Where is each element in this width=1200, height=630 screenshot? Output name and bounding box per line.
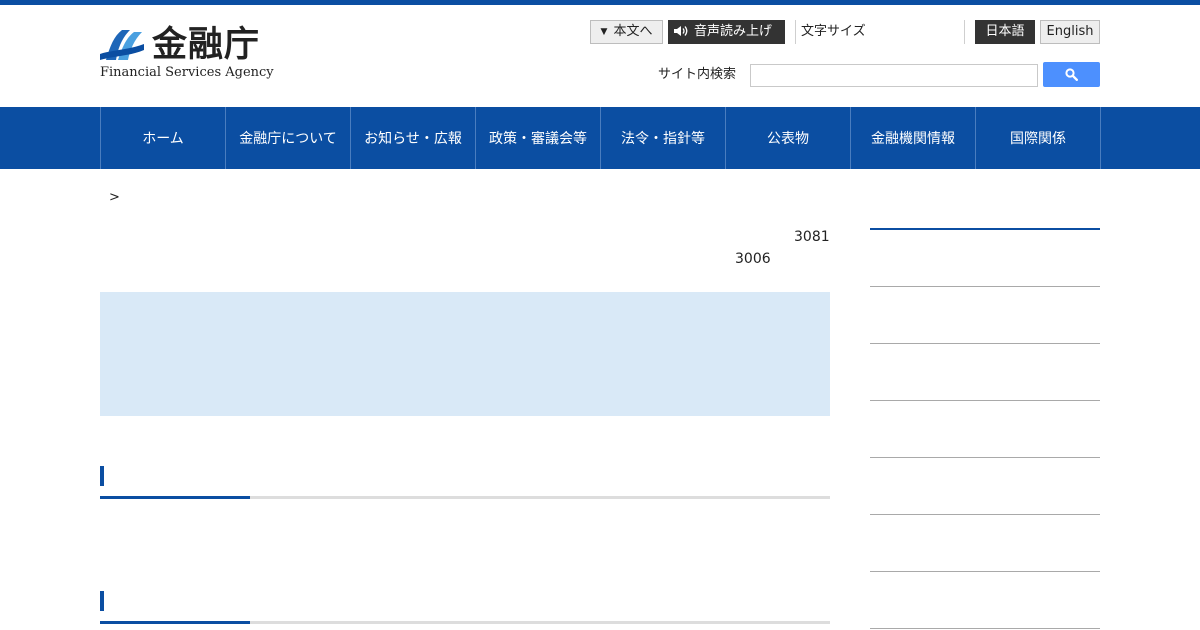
search-button[interactable] bbox=[1043, 62, 1100, 87]
logo-english-text: Financial Services Agency bbox=[100, 65, 274, 80]
heading-underline-accent bbox=[100, 496, 250, 499]
heading-accent-bar bbox=[100, 591, 104, 611]
site-search-input[interactable] bbox=[750, 64, 1038, 87]
skip-label: 本文へ bbox=[613, 24, 653, 39]
sidebar-divider bbox=[870, 286, 1100, 287]
logo-japanese-text: 金融庁 bbox=[152, 25, 261, 65]
nav-item-home[interactable]: ホーム bbox=[101, 107, 226, 169]
reference-number: 3006 bbox=[735, 251, 771, 267]
nav-item-policy[interactable]: 政策・審議会等 bbox=[476, 107, 601, 169]
read-aloud-button[interactable]: 音声読み上げ bbox=[668, 20, 785, 44]
heading-accent-bar bbox=[100, 466, 104, 486]
divider bbox=[795, 20, 796, 44]
site-logo[interactable]: 金融庁 Financial Services Agency bbox=[100, 24, 274, 84]
sidebar-divider bbox=[870, 400, 1100, 401]
nav-item-publications[interactable]: 公表物 bbox=[726, 107, 851, 169]
nav-item-international[interactable]: 国際関係 bbox=[976, 107, 1101, 169]
divider bbox=[964, 20, 965, 44]
magnifier-icon bbox=[1065, 68, 1078, 81]
font-size-label: 文字サイズ bbox=[801, 24, 866, 39]
global-nav: ホーム 金融庁について お知らせ・広報 政策・審議会等 法令・指針等 公表物 金… bbox=[0, 107, 1200, 169]
read-aloud-label: 音声読み上げ bbox=[694, 24, 773, 39]
nav-item-institutions[interactable]: 金融機関情報 bbox=[851, 107, 976, 169]
speaker-icon bbox=[674, 25, 688, 36]
breadcrumb: > bbox=[109, 190, 120, 205]
language-english-button[interactable]: English bbox=[1040, 20, 1100, 44]
notice-box bbox=[100, 292, 830, 416]
skip-to-content-button[interactable]: ▼ 本文へ bbox=[590, 20, 663, 44]
sidebar-divider bbox=[870, 457, 1100, 458]
sidebar-divider bbox=[870, 514, 1100, 515]
sidebar-divider bbox=[870, 571, 1100, 572]
sidebar-divider bbox=[870, 343, 1100, 344]
heading-underline-accent bbox=[100, 621, 250, 624]
sidebar-top-border bbox=[870, 228, 1100, 230]
top-accent-bar bbox=[0, 0, 1200, 5]
site-search-label: サイト内検索 bbox=[658, 67, 737, 82]
sidebar-divider bbox=[870, 628, 1100, 629]
reference-number: 3081 bbox=[794, 229, 830, 245]
nav-item-about[interactable]: 金融庁について bbox=[226, 107, 351, 169]
language-japanese-button[interactable]: 日本語 bbox=[975, 20, 1035, 44]
nav-item-laws[interactable]: 法令・指針等 bbox=[601, 107, 726, 169]
fsa-logo-mark-icon bbox=[100, 30, 144, 60]
section-heading bbox=[100, 591, 830, 626]
section-heading bbox=[100, 466, 830, 501]
triangle-down-icon: ▼ bbox=[600, 27, 608, 37]
nav-item-news[interactable]: お知らせ・広報 bbox=[351, 107, 476, 169]
